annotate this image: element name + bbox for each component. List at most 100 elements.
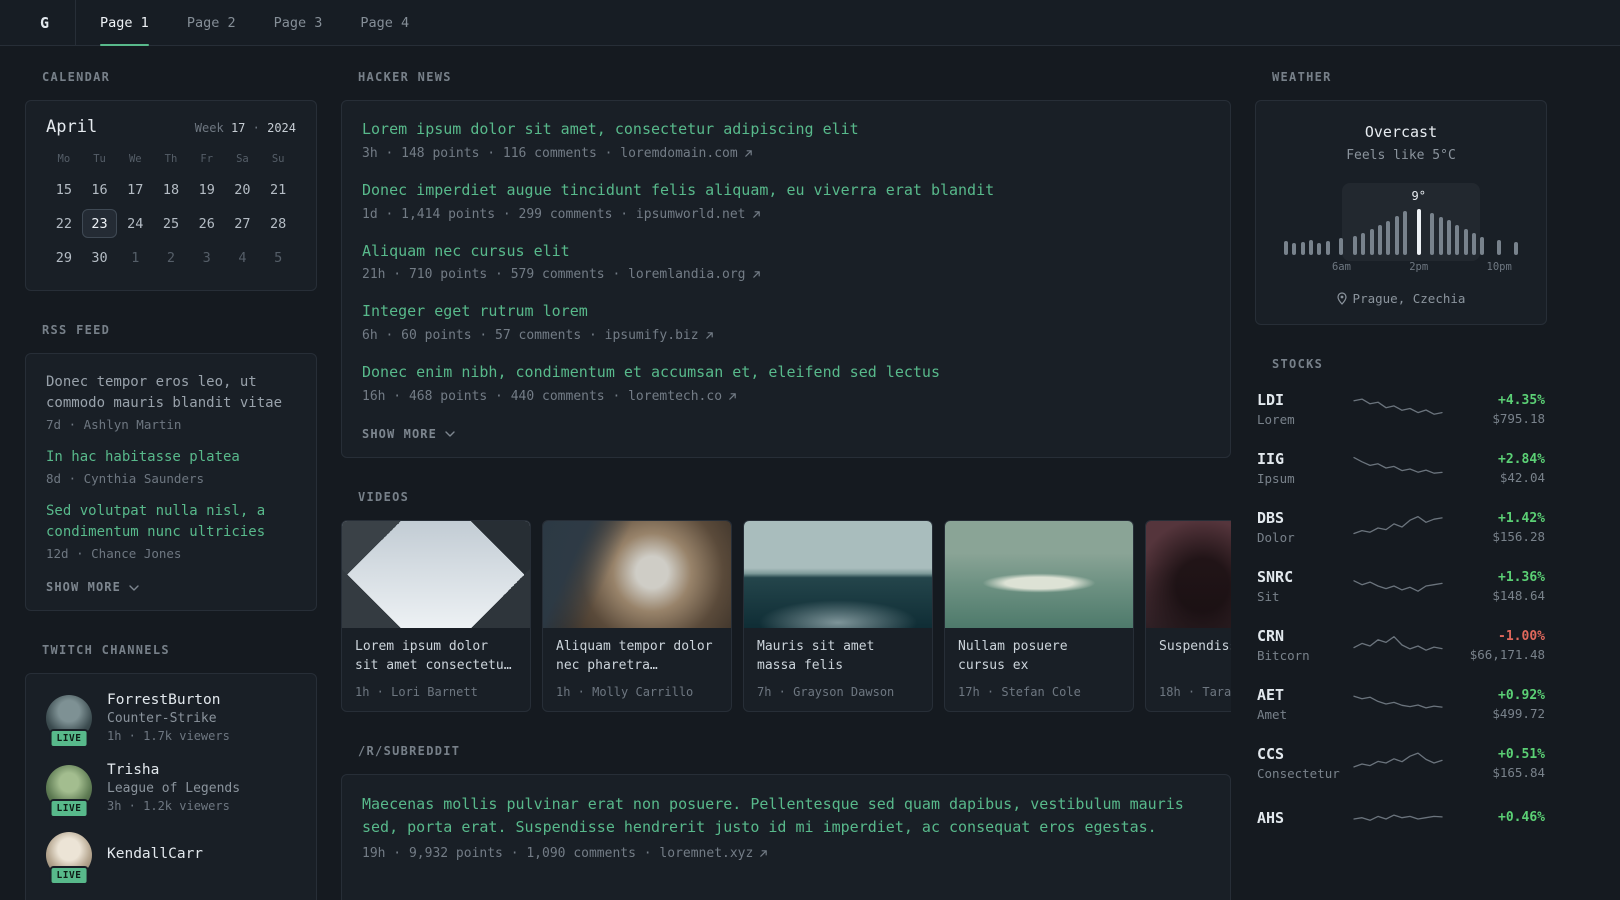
video-card[interactable]: Lorem ipsum dolor sit amet consectetu… 1… [341, 519, 531, 712]
calendar-day[interactable]: 15 [46, 175, 82, 204]
calendar-day[interactable]: 16 [82, 175, 118, 204]
video-card[interactable]: Nullam posuere cursus ex 17h · Stefan Co… [944, 519, 1134, 712]
twitch-channel-row[interactable]: LIVE Trisha League of Legends 3h · 1.2k … [46, 762, 296, 818]
hackernews-item-title[interactable]: Integer eget rutrum lorem [362, 301, 1210, 323]
rss-show-more-button[interactable]: SHOW MORE [46, 576, 139, 596]
calendar-day[interactable]: 22 [46, 209, 82, 238]
video-card[interactable]: Mauris sit amet massa felis 7h · Grayson… [743, 519, 933, 712]
weather-bar [1361, 233, 1366, 255]
calendar-day[interactable]: 27 [225, 209, 261, 238]
right-column: WEATHER Overcast Feels like 5°C 6am 9° 2pm… [1255, 70, 1547, 866]
rss-item: Donec tempor eros leo, ut commodo mauris… [46, 372, 296, 432]
hackernews-item-title[interactable]: Donec enim nibh, condimentum et accumsan… [362, 362, 1210, 384]
calendar-day[interactable]: 23 [81, 209, 118, 238]
weather-widget: WEATHER Overcast Feels like 5°C 6am 9° 2pm… [1255, 70, 1547, 325]
calendar-day[interactable]: 17 [117, 175, 153, 204]
calendar-month: April [46, 117, 98, 137]
hackernews-item-title[interactable]: Lorem ipsum dolor sit amet, consectetur … [362, 119, 1210, 141]
stock-id: CCS Consectetur [1257, 745, 1345, 781]
stock-row[interactable]: IIG Ipsum +2.84% $42.04 [1257, 450, 1545, 486]
weather-hour [1401, 191, 1409, 275]
stock-values: +1.42% $156.28 [1451, 511, 1545, 544]
hackernews-item-title[interactable]: Donec imperdiet augue tincidunt felis al… [362, 180, 1210, 202]
stock-row[interactable]: DBS Dolor +1.42% $156.28 [1257, 509, 1545, 545]
calendar-day[interactable]: 3 [189, 243, 225, 272]
rss-item-title[interactable]: Donec tempor eros leo, ut commodo mauris… [46, 372, 296, 414]
calendar-day[interactable]: 25 [153, 209, 189, 238]
live-badge: LIVE [49, 798, 89, 818]
page-tab[interactable]: Page 4 [360, 0, 409, 45]
hackernews-list: Lorem ipsum dolor sit amet, consectetur … [362, 119, 1210, 404]
stock-change: -1.00% [1498, 628, 1545, 644]
weather-hour [1359, 191, 1367, 275]
hackernews-item-title[interactable]: Aliquam nec cursus elit [362, 241, 1210, 263]
external-link-icon [752, 210, 760, 218]
video-meta: 17h · Stefan Cole [958, 684, 1081, 699]
calendar-day[interactable]: 1 [117, 243, 153, 272]
weather-hour [1470, 191, 1478, 275]
subreddit-card: Maecenas mollis pulvinar erat non posuer… [341, 773, 1231, 900]
top-nav: G Page 1 Page 2 Page 3 Page 4 [0, 0, 1620, 46]
calendar-day[interactable]: 5 [260, 243, 296, 272]
video-title: Aliquam tempor dolor nec pharetra… [556, 638, 713, 673]
weather-hour: 9° 2pm [1409, 189, 1429, 275]
calendar-day[interactable]: 19 [189, 175, 225, 204]
stocks-section-title: STOCKS [1272, 357, 1324, 371]
weekday-label: Th [164, 153, 178, 165]
weekday-label: We [128, 153, 142, 165]
twitch-channel-row[interactable]: LIVE ForrestBurton Counter-Strike 1h · 1… [46, 692, 296, 748]
video-body: Nullam posuere cursus ex 17h · Stefan Co… [945, 628, 1133, 711]
weather-hour: 6am [1332, 191, 1351, 275]
stock-price: $156.28 [1492, 528, 1545, 544]
hackernews-item-meta-text: 16h · 468 points · 440 comments · loremt… [362, 388, 723, 404]
calendar-day[interactable]: 20 [225, 175, 261, 204]
stock-row[interactable]: CCS Consectetur +0.51% $165.84 [1257, 745, 1545, 781]
stock-values: +2.84% $42.04 [1451, 452, 1545, 485]
rss-item: Sed volutpat nulla nisl, a condimentum n… [46, 501, 296, 561]
subreddit-post-title[interactable]: Maecenas mollis pulvinar erat non posuer… [362, 793, 1210, 840]
calendar-day[interactable]: 28 [260, 209, 296, 238]
stock-price: $499.72 [1492, 705, 1545, 721]
calendar-day[interactable]: 30 [82, 243, 118, 272]
stock-name: Ipsum [1257, 471, 1295, 486]
stock-id: AET Amet [1257, 686, 1345, 722]
page-tab[interactable]: Page 1 [100, 0, 149, 46]
video-title: Nullam posuere cursus ex [958, 638, 1068, 673]
external-link-icon [744, 149, 752, 157]
weather-card: Overcast Feels like 5°C 6am 9° 2pm 10pm Pra… [1255, 100, 1547, 325]
app-logo[interactable]: G [32, 0, 75, 45]
subreddit-section-title: /R/SUBREDDIT [358, 743, 461, 758]
video-card[interactable]: Aliquam tempor dolor nec pharetra… 1h · … [542, 519, 732, 712]
weather-bar [1353, 236, 1358, 255]
stock-sparkline [1345, 571, 1451, 601]
stock-row[interactable]: AHS +0.46% [1257, 804, 1545, 834]
calendar-day[interactable]: 21 [260, 175, 296, 204]
stock-row[interactable]: LDI Lorem +4.35% $795.18 [1257, 391, 1545, 427]
stock-row[interactable]: AET Amet +0.92% $499.72 [1257, 686, 1545, 722]
stock-sparkline [1345, 804, 1451, 834]
video-thumbnail [342, 520, 530, 628]
stock-row[interactable]: SNRC Sit +1.36% $148.64 [1257, 568, 1545, 604]
calendar-day[interactable]: 24 [117, 209, 153, 238]
stock-change: +1.36% [1498, 569, 1545, 585]
external-link-icon [752, 271, 760, 279]
stock-row[interactable]: CRN Bitcorn -1.00% $66,171.48 [1257, 627, 1545, 663]
hackernews-card: Lorem ipsum dolor sit amet, consectetur … [341, 100, 1231, 458]
rss-item-title[interactable]: In hac habitasse platea [46, 447, 296, 468]
calendar-day[interactable]: 26 [189, 209, 225, 238]
calendar-day[interactable]: 4 [225, 243, 261, 272]
calendar-day[interactable]: 29 [46, 243, 82, 272]
weather-time-label: 2pm [1409, 261, 1429, 273]
twitch-channel-row[interactable]: LIVE KendallCarr [46, 832, 296, 885]
page-tab[interactable]: Page 2 [187, 0, 236, 45]
stock-price: $795.18 [1492, 410, 1545, 426]
calendar-day[interactable]: 18 [153, 175, 189, 204]
calendar-day[interactable]: 2 [153, 243, 189, 272]
page-tab[interactable]: Page 3 [274, 0, 323, 45]
video-thumbnail [543, 520, 731, 628]
hackernews-show-more-button[interactable]: SHOW MORE [362, 423, 455, 443]
video-card[interactable]: Suspendisse diam 18h · Tara [1145, 519, 1231, 712]
rss-item-title[interactable]: Sed volutpat nulla nisl, a condimentum n… [46, 501, 296, 543]
video-title: Mauris sit amet massa felis [757, 638, 875, 673]
weather-bar [1472, 233, 1476, 255]
